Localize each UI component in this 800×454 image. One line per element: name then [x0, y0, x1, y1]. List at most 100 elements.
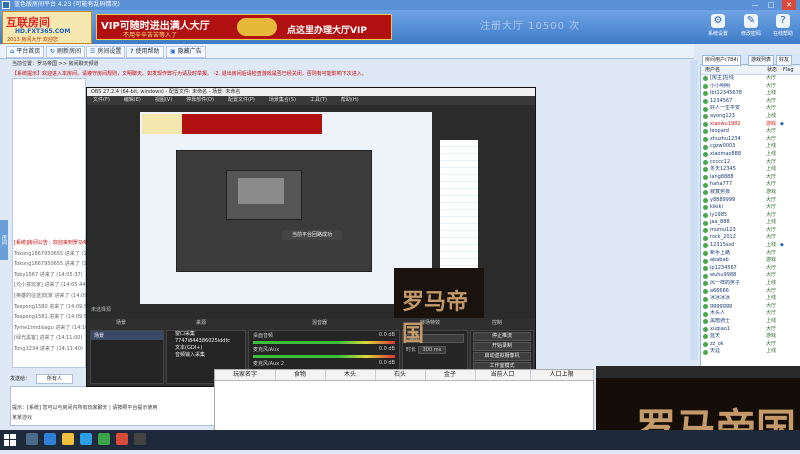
- user-row[interactable]: a66666 大厅: [701, 288, 800, 296]
- vip-banner[interactable]: VIP可随时进出满人大厅 不用辛辛苦苦等人了 点这里办理大厅VIP: [96, 14, 392, 40]
- user-row[interactable]: 蓝天 游戏: [701, 333, 800, 341]
- user-row[interactable]: 寂寞男孩 游戏: [701, 189, 800, 197]
- table-column-header[interactable]: 石头: [375, 370, 426, 380]
- user-row[interactable]: ccccc12 大厅: [701, 159, 800, 167]
- nav-home[interactable]: ⌂ 平台首页: [6, 46, 45, 58]
- user-row[interactable]: 12315ssd 上线 ◆: [701, 242, 800, 250]
- scene-item[interactable]: 场景: [91, 331, 163, 340]
- tab-game-list[interactable]: 游戏列表: [748, 55, 775, 66]
- user-row[interactable]: xiaomao888 上线: [701, 151, 800, 159]
- source-item[interactable]: 窗口采集: [167, 331, 245, 338]
- user-row[interactable]: 冰冰冰冰 上线: [701, 295, 800, 303]
- user-row[interactable]: 好人一生平安 大厅: [701, 105, 800, 113]
- table-column-header[interactable]: 木头: [325, 370, 376, 380]
- table-column-header[interactable]: 金子: [425, 370, 476, 380]
- table-column-header[interactable]: 人口上限: [530, 370, 594, 380]
- user-row[interactable]: cgzw0003 上线: [701, 143, 800, 151]
- user-row[interactable]: ggggggg 大厅: [701, 303, 800, 311]
- minimize-button[interactable]: —: [748, 0, 762, 10]
- user-row[interactable]: 小小明明 大厅: [701, 83, 800, 91]
- obs-menu-tools[interactable]: 工具(T): [310, 97, 327, 103]
- nav-help[interactable]: ? 使用帮助: [126, 46, 164, 58]
- user-row[interactable]: zhuzhu1234 大厅: [701, 136, 800, 144]
- edge-icon[interactable]: [44, 433, 56, 445]
- col-status[interactable]: 状态: [767, 66, 783, 74]
- password-tool[interactable]: ✎ 修改密码: [736, 14, 766, 42]
- source-item[interactable]: 音频输入采集: [167, 352, 245, 359]
- close-button[interactable]: ✕: [782, 0, 796, 10]
- table-column-header[interactable]: 当前人口: [475, 370, 531, 380]
- nav-refresh[interactable]: ↻ 刷新房间: [46, 46, 86, 58]
- source-item[interactable]: 文本(GDI+): [167, 345, 245, 352]
- user-list[interactable]: 用户名 状态 Flag [房主]在线 大厅 小小明明 大厅 lbt12345678 上线 123…: [700, 66, 800, 366]
- side-tab[interactable]: 房间: [0, 220, 8, 260]
- col-flag[interactable]: Flag: [783, 66, 794, 74]
- online-status-icon: [703, 304, 708, 310]
- volume-meter[interactable]: [253, 341, 395, 344]
- user-row[interactable]: y8889999 大厅: [701, 197, 800, 205]
- obs-menu-profile[interactable]: 配置文件(P): [228, 97, 255, 103]
- user-name: kikiki: [710, 204, 723, 211]
- user-row[interactable]: lbt12345678 上线: [701, 90, 800, 98]
- user-row[interactable]: 风一样的男子 上线: [701, 280, 800, 288]
- windows-start-icon[interactable]: [4, 434, 16, 446]
- obs-menu-edit[interactable]: 编辑(E): [124, 97, 141, 103]
- user-row[interactable]: haha777 大厅: [701, 181, 800, 189]
- user-row[interactable]: zz_ok 大厅: [701, 341, 800, 349]
- obs-menu-file[interactable]: 文件(F): [93, 97, 110, 103]
- obs-menu-scene-collection[interactable]: 场景集合(S): [269, 97, 296, 103]
- user-row[interactable]: 新手上路 大厅: [701, 250, 800, 258]
- settings-tool[interactable]: ⚙ 系统设置: [703, 14, 733, 42]
- app-icon-red[interactable]: [116, 433, 128, 445]
- volume-meter[interactable]: [253, 355, 395, 358]
- obs-title: OBS 27.2.4 (64-bit, windows) - 配置文件: 未命名…: [91, 89, 241, 95]
- user-row[interactable]: jaa_888 上线: [701, 219, 800, 227]
- source-item[interactable]: 7747i844386025lddfc: [167, 338, 245, 345]
- user-row[interactable]: xiaowu1982 游戏 ◆: [701, 121, 800, 129]
- user-row[interactable]: 天涯 上线: [701, 348, 800, 356]
- user-row[interactable]: mumu123 大厅: [701, 227, 800, 235]
- user-row[interactable]: lang8888 大厅: [701, 174, 800, 182]
- breadcrumb: 当前位置：罗马帝国 >> 房间聊天频道: [12, 61, 99, 67]
- user-row[interactable]: [房主]在线 大厅: [701, 75, 800, 83]
- obs-taskbar-icon[interactable]: [134, 433, 146, 445]
- user-row[interactable]: 黑暗骑士 上线: [701, 318, 800, 326]
- tab-friends[interactable]: 好友: [776, 55, 793, 66]
- user-row[interactable]: xuqiao1 大厅: [701, 326, 800, 334]
- user-row[interactable]: ayong123 上线: [701, 113, 800, 121]
- obs-menu-view[interactable]: 视图(V): [155, 97, 172, 103]
- app-icon-green[interactable]: [98, 433, 110, 445]
- user-row[interactable]: 1234567 大厅: [701, 98, 800, 106]
- user-row[interactable]: ly1985 大厅: [701, 212, 800, 220]
- col-username[interactable]: 用户名: [701, 66, 767, 74]
- virtual-camera-button[interactable]: 启动虚拟摄像机: [473, 352, 531, 361]
- nav-room-settings[interactable]: ☰ 房间设置: [86, 46, 126, 58]
- qq-icon[interactable]: [80, 433, 92, 445]
- table-column-header[interactable]: 食物: [275, 370, 326, 380]
- send-to-select[interactable]: 所有人: [36, 374, 74, 384]
- user-row[interactable]: rock_2012 大厅: [701, 234, 800, 242]
- question-icon: ?: [130, 48, 134, 55]
- user-row[interactable]: kikiki 大厅: [701, 204, 800, 212]
- maximize-button[interactable]: □: [764, 0, 778, 10]
- online-status-icon: [703, 266, 708, 272]
- task-view-icon[interactable]: [26, 433, 38, 445]
- user-row[interactable]: 木头人 大厅: [701, 310, 800, 318]
- table-column-header[interactable]: 玩家名字: [215, 370, 276, 380]
- logo-url: HD.FXT365.COM: [15, 28, 71, 35]
- help-tool[interactable]: ? 在线帮助: [768, 14, 798, 42]
- nav-hide-ads[interactable]: ▣ 隐藏广告: [166, 46, 206, 58]
- user-row[interactable]: ababab 游戏: [701, 257, 800, 265]
- user-row[interactable]: wuhu9988 大厅: [701, 272, 800, 280]
- window-title: 蓝色版房间平台 4.23 (可能有乱码情况): [14, 1, 120, 8]
- user-row[interactable]: 冬天12345 上线: [701, 166, 800, 174]
- user-name: lang8888: [710, 173, 734, 180]
- user-row[interactable]: lp1234567 大厅: [701, 265, 800, 273]
- folder-icon[interactable]: [62, 433, 74, 445]
- user-row[interactable]: leopard 大厅: [701, 128, 800, 136]
- obs-menu-help[interactable]: 帮助(H): [341, 97, 359, 103]
- obs-menu-docks[interactable]: 停靠部件(D): [186, 97, 214, 103]
- user-name: haha777: [710, 181, 733, 188]
- scenes-list[interactable]: 场景: [90, 330, 164, 384]
- tab-room-users[interactable]: 房间用户(784): [702, 55, 742, 66]
